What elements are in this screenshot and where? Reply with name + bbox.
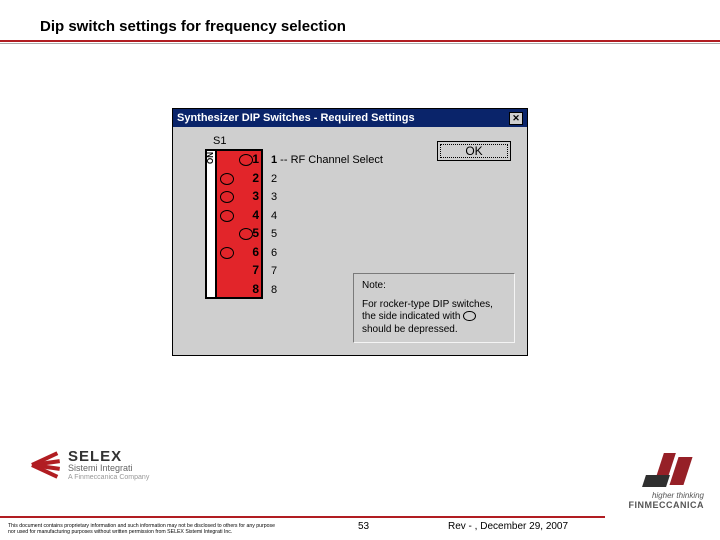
dip-label-3: 3 bbox=[271, 188, 383, 207]
dialog-titlebar: Synthesizer DIP Switches - Required Sett… bbox=[173, 109, 527, 127]
finmeccanica-tag: higher thinking bbox=[652, 491, 704, 500]
dip-number-8: 8 bbox=[252, 282, 259, 296]
dip-row-2: 2 bbox=[217, 170, 261, 188]
finmeccanica-name: FINMECCANICA bbox=[604, 500, 704, 510]
selex-mark-icon bbox=[32, 451, 60, 479]
note-line2: should be depressed. bbox=[362, 324, 458, 335]
dip-label-5: 5 bbox=[271, 225, 383, 244]
dip-marker-1 bbox=[239, 154, 253, 166]
ok-button[interactable]: OK bbox=[437, 141, 511, 161]
dip-marker-5 bbox=[239, 228, 253, 240]
dip-number-4: 4 bbox=[252, 208, 259, 222]
dip-number-7: 7 bbox=[252, 263, 259, 277]
selex-sub: Sistemi Integrati bbox=[68, 464, 149, 473]
dip-on-label: ON bbox=[206, 152, 215, 164]
note-body: For rocker-type DIP switches, the side i… bbox=[362, 299, 506, 337]
dip-row-1: 1 bbox=[217, 151, 261, 169]
dip-label-4: 4 bbox=[271, 207, 383, 226]
dip-row-8: 8 bbox=[217, 281, 261, 299]
dip-number-1: 1 bbox=[252, 152, 259, 166]
s1-label: S1 bbox=[213, 135, 226, 147]
dip-row-7: 7 bbox=[217, 262, 261, 280]
dip-number-5: 5 bbox=[252, 226, 259, 240]
close-button[interactable]: ✕ bbox=[509, 112, 523, 125]
footer-rule bbox=[0, 516, 605, 518]
title-rule-shadow bbox=[0, 43, 720, 44]
dip-marker-2 bbox=[220, 173, 234, 185]
dip-on-strip: ON bbox=[207, 151, 217, 297]
dip-marker-6 bbox=[220, 247, 234, 259]
finmeccanica-bars-icon bbox=[604, 451, 704, 489]
page-number: 53 bbox=[358, 521, 369, 532]
dialog-body: S1 ON 12345678 1 -- RF Channel Select234… bbox=[173, 127, 527, 355]
revision-text: Rev - , December 29, 2007 bbox=[448, 521, 568, 532]
dialog-title: Synthesizer DIP Switches - Required Sett… bbox=[177, 112, 509, 124]
note-title: Note: bbox=[362, 280, 506, 293]
rocker-icon bbox=[463, 311, 476, 321]
dip-row-4: 4 bbox=[217, 207, 261, 225]
dip-label-1: 1 -- RF Channel Select bbox=[271, 151, 383, 170]
dip-row-6: 6 bbox=[217, 244, 261, 262]
dip-rows-container: 1 2 3 4 5 6 7 8 bbox=[217, 151, 261, 297]
disclaimer-text: This document contains proprietary infor… bbox=[8, 524, 278, 536]
dip-marker-4 bbox=[220, 210, 234, 222]
page-title: Dip switch settings for frequency select… bbox=[40, 18, 346, 35]
note-box: Note: For rocker-type DIP switches, the … bbox=[353, 273, 515, 343]
dip-row-5: 5 bbox=[217, 225, 261, 243]
ok-button-label: OK bbox=[465, 144, 482, 158]
selex-tag: A Finmeccanica Company bbox=[68, 474, 149, 481]
dip-number-6: 6 bbox=[252, 245, 259, 259]
dip-label-2: 2 bbox=[271, 170, 383, 189]
dip-marker-3 bbox=[220, 191, 234, 203]
dip-number-3: 3 bbox=[252, 189, 259, 203]
dip-settings-dialog: Synthesizer DIP Switches - Required Sett… bbox=[172, 108, 528, 356]
selex-logo: SELEX Sistemi Integrati A Finmeccanica C… bbox=[32, 444, 149, 486]
selex-name: SELEX bbox=[68, 449, 149, 465]
title-rule bbox=[0, 40, 720, 42]
dip-number-2: 2 bbox=[252, 171, 259, 185]
close-icon: ✕ bbox=[512, 113, 520, 123]
dip-row-3: 3 bbox=[217, 188, 261, 206]
dip-switch-block: ON 1 2 3 4 5 6 7 8 bbox=[205, 149, 263, 299]
dip-label-6: 6 bbox=[271, 244, 383, 263]
finmeccanica-logo: higher thinking FINMECCANICA bbox=[604, 451, 704, 510]
